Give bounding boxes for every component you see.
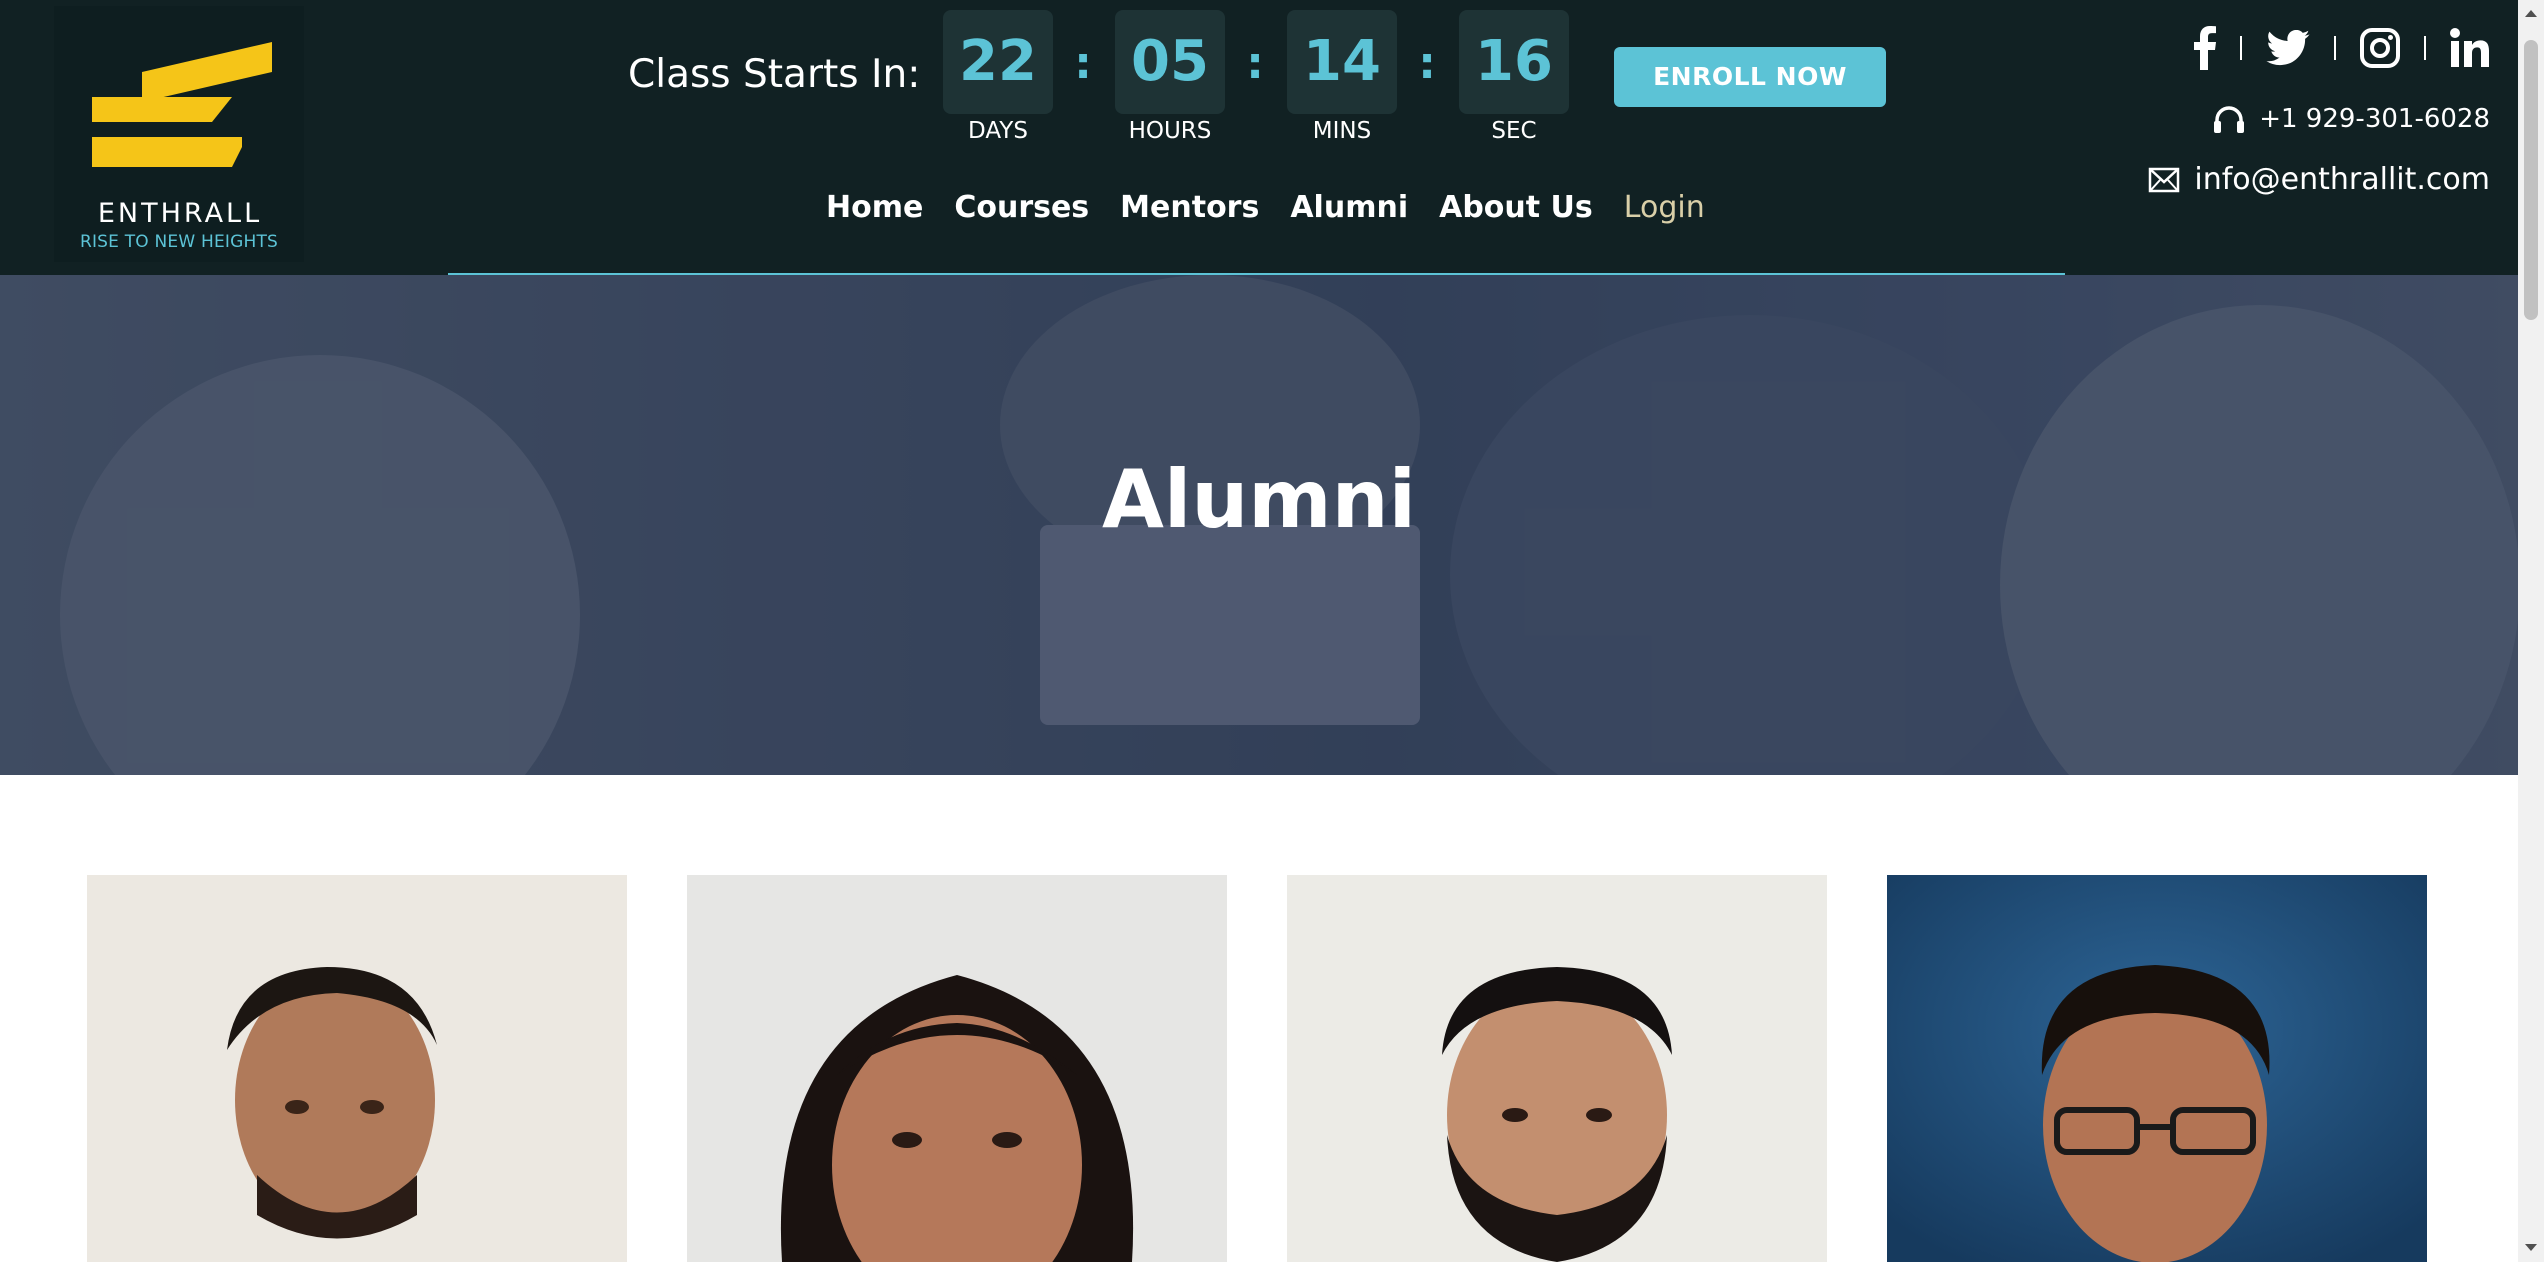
- alumni-photo: [1442, 967, 1672, 1262]
- enroll-now-button[interactable]: ENROLL NOW: [1614, 47, 1886, 107]
- email-address: info@enthrallit.com: [2194, 162, 2490, 197]
- countdown-mins-unit: MINS: [1312, 118, 1372, 144]
- alumni-card[interactable]: [87, 875, 627, 1262]
- scrollbar-thumb[interactable]: [2524, 40, 2538, 320]
- nav-home[interactable]: Home: [826, 190, 923, 234]
- alumni-card[interactable]: [687, 875, 1227, 1262]
- countdown-sec: 16: [1459, 10, 1569, 114]
- logo[interactable]: ENTHRALL RISE TO NEW HEIGHTS: [54, 6, 304, 262]
- countdown-separator: :: [1418, 38, 1436, 89]
- enthrall-logo-icon: [92, 42, 272, 167]
- social-divider: [2240, 36, 2242, 60]
- nav-login[interactable]: Login: [1624, 190, 1705, 234]
- social-divider: [2424, 36, 2426, 60]
- countdown-days: 22: [943, 10, 1053, 114]
- nav-courses[interactable]: Courses: [954, 190, 1089, 234]
- nav-alumni[interactable]: Alumni: [1290, 190, 1408, 234]
- alumni-photo: [227, 967, 437, 1239]
- countdown-mins: 14: [1287, 10, 1397, 114]
- logo-text: ENTHRALL: [97, 198, 263, 229]
- envelope-icon: [2149, 167, 2180, 192]
- social-links: [2194, 26, 2490, 70]
- countdown-hours-unit: HOURS: [1128, 118, 1212, 144]
- facebook-icon[interactable]: [2194, 26, 2216, 70]
- instagram-icon[interactable]: [2360, 28, 2400, 68]
- countdown-days-unit: DAYS: [968, 118, 1028, 144]
- countdown-separator: :: [1074, 38, 1092, 89]
- phone-number: +1 929-301-6028: [2259, 104, 2490, 134]
- contact-email[interactable]: info@enthrallit.com: [2148, 162, 2490, 197]
- countdown-label: Class Starts In:: [628, 52, 921, 97]
- alumni-card[interactable]: [1887, 875, 2427, 1262]
- countdown-sec-unit: SEC: [1491, 118, 1537, 144]
- linkedin-icon[interactable]: [2450, 28, 2490, 68]
- alumni-photo: [1887, 875, 2427, 1262]
- nav-about-us[interactable]: About Us: [1439, 190, 1593, 234]
- nav-mentors[interactable]: Mentors: [1120, 190, 1259, 234]
- scroll-up-icon[interactable]: [2525, 10, 2537, 17]
- scroll-down-icon[interactable]: [2525, 1244, 2537, 1251]
- headphones-icon: [2214, 106, 2245, 133]
- twitter-icon[interactable]: [2266, 30, 2310, 66]
- hero-banner: Alumni: [0, 275, 2518, 775]
- page-scrollbar[interactable]: [2518, 0, 2544, 1262]
- countdown-hours: 05: [1115, 10, 1225, 114]
- contact-phone[interactable]: +1 929-301-6028: [2213, 104, 2490, 134]
- site-header: ENTHRALL RISE TO NEW HEIGHTS Class Start…: [0, 0, 2518, 275]
- social-divider: [2334, 36, 2336, 60]
- logo-tagline: RISE TO NEW HEIGHTS: [79, 232, 279, 252]
- main-nav: Home Courses Mentors Alumni About Us Log…: [826, 190, 1736, 234]
- alumni-photo: [780, 975, 1134, 1262]
- countdown-separator: :: [1246, 38, 1264, 89]
- alumni-card[interactable]: [1287, 875, 1827, 1262]
- page-title: Alumni: [1101, 453, 1417, 546]
